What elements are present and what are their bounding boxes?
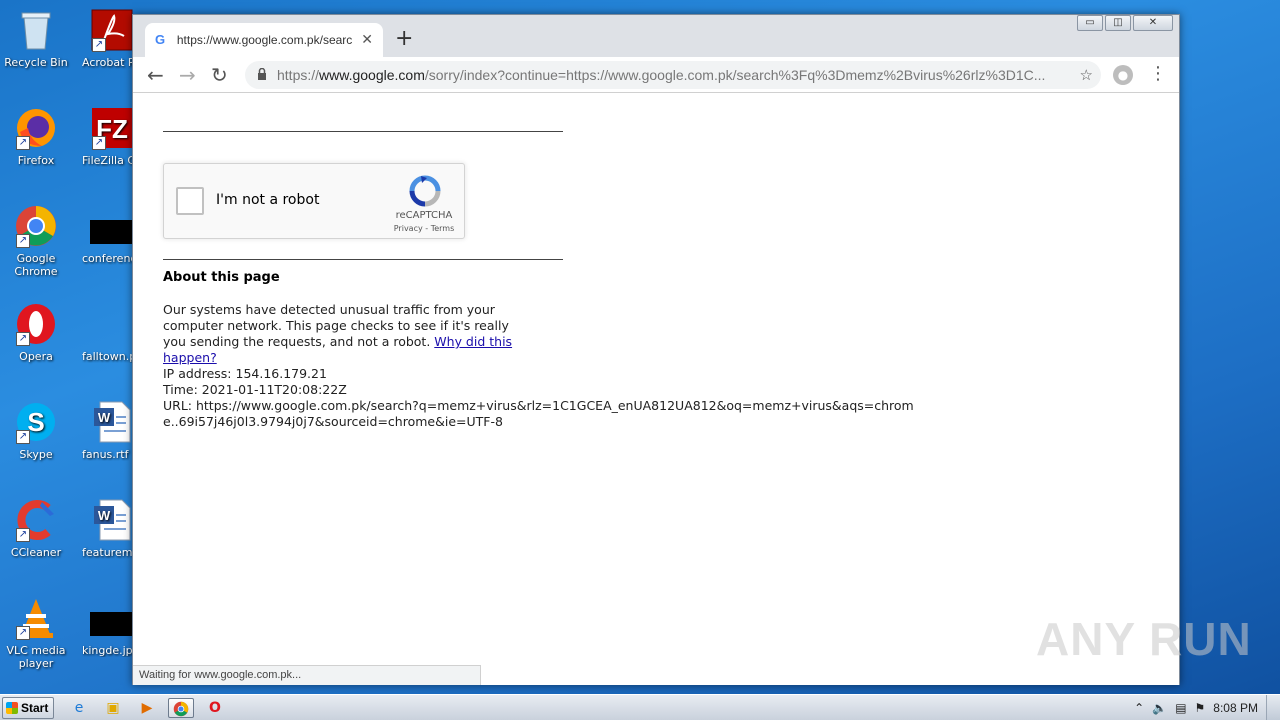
acrobat-icon: ↗ bbox=[90, 8, 134, 52]
shortcut-arrow-icon: ↗ bbox=[16, 332, 30, 346]
tab-title: https://www.google.com.pk/search? bbox=[176, 33, 354, 47]
about-title: About this page bbox=[163, 270, 280, 285]
desktop-icon-opera[interactable]: ↗ Opera bbox=[0, 302, 72, 363]
divider bbox=[163, 259, 563, 260]
filezilla-icon: FZ ↗ bbox=[90, 106, 134, 150]
recaptcha-widget: I'm not a robot reCAPTCHA Privacy - Term… bbox=[163, 163, 465, 239]
page-viewport: I'm not a robot reCAPTCHA Privacy - Term… bbox=[133, 93, 1179, 685]
desktop-icon-firefox[interactable]: ↗ Firefox bbox=[0, 106, 72, 167]
desktop-icon-label: Google Chrome bbox=[14, 252, 58, 278]
desktop-icon-google-chrome[interactable]: ↗ Google Chrome bbox=[0, 204, 72, 278]
status-bubble: Waiting for www.google.com.pk... bbox=[133, 665, 481, 685]
shortcut-arrow-icon: ↗ bbox=[16, 136, 30, 150]
request-url: URL: https://www.google.com.pk/search?q=… bbox=[163, 398, 914, 429]
shortcut-arrow-icon: ↗ bbox=[92, 38, 106, 52]
recaptcha-logo-icon bbox=[408, 174, 442, 208]
request-info: IP address: 154.16.179.21 Time: 2021-01-… bbox=[163, 366, 923, 430]
minimize-button[interactable]: ▭ bbox=[1077, 15, 1103, 31]
desktop-icon-label: VLC media player bbox=[6, 644, 66, 670]
desktop-icon-ccleaner[interactable]: ↗ CCleaner bbox=[0, 498, 72, 559]
about-body: Our systems have detected unusual traffi… bbox=[163, 302, 533, 366]
vlc-icon: ↗ bbox=[14, 596, 58, 640]
file-explorer-icon[interactable]: ▣ bbox=[102, 698, 124, 718]
opera-icon: ↗ bbox=[14, 302, 58, 346]
internet-explorer-icon[interactable]: e bbox=[68, 698, 90, 718]
file-icon bbox=[90, 302, 134, 346]
svg-text:W: W bbox=[98, 508, 111, 523]
start-button[interactable]: Start bbox=[2, 697, 54, 719]
shortcut-arrow-icon: ↗ bbox=[16, 626, 30, 640]
browser-menu-icon[interactable]: ⋮ bbox=[1149, 63, 1167, 85]
skype-icon: S ↗ bbox=[14, 400, 58, 444]
address-bar[interactable]: https://www.google.com/sorry/index?conti… bbox=[245, 61, 1101, 89]
desktop-icon-label: CCleaner bbox=[10, 546, 62, 559]
recaptcha-privacy-terms[interactable]: Privacy - Terms bbox=[388, 224, 460, 233]
tab-strip: G https://www.google.com.pk/search? ✕ + … bbox=[133, 15, 1179, 57]
desktop-icon-skype[interactable]: S ↗ Skype bbox=[0, 400, 72, 461]
desktop-icon-label: Firefox bbox=[17, 154, 55, 167]
taskbar-clock[interactable]: 8:08 PM bbox=[1213, 701, 1258, 715]
volume-icon[interactable]: 🔈 bbox=[1152, 701, 1167, 715]
chrome-icon: ↗ bbox=[14, 204, 58, 248]
network-icon[interactable]: ▤ bbox=[1175, 701, 1186, 715]
reload-button[interactable]: ↻ bbox=[211, 63, 228, 87]
word-document-icon: W bbox=[90, 400, 134, 444]
shortcut-arrow-icon: ↗ bbox=[16, 528, 30, 542]
profile-avatar-icon[interactable]: ● bbox=[1113, 65, 1133, 85]
url-host: www.google.com bbox=[319, 67, 425, 83]
lock-icon bbox=[257, 67, 269, 83]
windows-logo-icon bbox=[6, 702, 18, 714]
start-label: Start bbox=[21, 701, 49, 715]
firefox-icon: ↗ bbox=[14, 106, 58, 150]
recaptcha-brand: reCAPTCHA bbox=[395, 210, 453, 221]
divider bbox=[163, 131, 563, 132]
browser-toolbar: ← → ↻ https://www.google.com/sorry/index… bbox=[133, 57, 1179, 93]
svg-text:W: W bbox=[98, 410, 111, 425]
tray-expand-icon[interactable]: ⌃ bbox=[1134, 701, 1144, 715]
back-button[interactable]: ← bbox=[147, 63, 164, 87]
recycle-bin-icon bbox=[14, 8, 58, 52]
tab-close-icon[interactable]: ✕ bbox=[361, 32, 373, 48]
recaptcha-checkbox[interactable] bbox=[176, 187, 204, 215]
recaptcha-label: I'm not a robot bbox=[216, 192, 320, 208]
chrome-taskbar-icon[interactable] bbox=[168, 698, 194, 718]
desktop-icon-label: Opera bbox=[19, 350, 53, 363]
shortcut-arrow-icon: ↗ bbox=[16, 234, 30, 248]
address-url: https://www.google.com/sorry/index?conti… bbox=[277, 67, 1067, 83]
desktop-icon-label: Skype bbox=[19, 448, 53, 461]
timestamp: Time: 2021-01-11T20:08:22Z bbox=[163, 382, 347, 397]
ip-address: IP address: 154.16.179.21 bbox=[163, 366, 327, 381]
close-window-button[interactable]: ✕ bbox=[1133, 15, 1173, 31]
url-prefix: https:// bbox=[277, 67, 320, 83]
image-file-icon bbox=[90, 596, 134, 640]
maximize-button[interactable]: ◫ bbox=[1105, 15, 1131, 31]
forward-button[interactable]: → bbox=[179, 63, 196, 87]
taskbar: Start e ▣ ▶ O ⌃ 🔈 ▤ ⚑ 8:08 PM bbox=[0, 694, 1280, 720]
google-favicon-icon: G bbox=[155, 32, 166, 47]
browser-window: G https://www.google.com.pk/search? ✕ + … bbox=[132, 14, 1180, 685]
url-rest: /sorry/index?continue=https://www.google… bbox=[424, 67, 1046, 83]
shortcut-arrow-icon: ↗ bbox=[16, 430, 30, 444]
opera-taskbar-icon[interactable]: O bbox=[204, 698, 226, 718]
shortcut-arrow-icon: ↗ bbox=[92, 136, 106, 150]
desktop-icon-vlc[interactable]: ↗ VLC media player bbox=[0, 596, 72, 670]
word-document-icon: W bbox=[90, 498, 134, 542]
image-file-icon bbox=[90, 204, 134, 248]
watermark: ANY RUN bbox=[1036, 613, 1252, 665]
system-tray: ⌃ 🔈 ▤ ⚑ 8:08 PM bbox=[1134, 695, 1280, 720]
action-center-flag-icon[interactable]: ⚑ bbox=[1195, 701, 1206, 715]
ccleaner-icon: ↗ bbox=[14, 498, 58, 542]
tab-google-search[interactable]: G https://www.google.com.pk/search? ✕ bbox=[145, 23, 383, 57]
window-controls: ▭ ◫ ✕ bbox=[1075, 15, 1173, 31]
new-tab-button[interactable]: + bbox=[395, 27, 413, 51]
bookmark-star-icon[interactable]: ☆ bbox=[1080, 66, 1093, 84]
desktop-icon-recycle-bin[interactable]: Recycle Bin bbox=[0, 8, 72, 69]
desktop-icon-label: Recycle Bin bbox=[4, 56, 68, 69]
show-desktop-button[interactable] bbox=[1266, 695, 1280, 720]
media-player-icon[interactable]: ▶ bbox=[136, 698, 158, 718]
